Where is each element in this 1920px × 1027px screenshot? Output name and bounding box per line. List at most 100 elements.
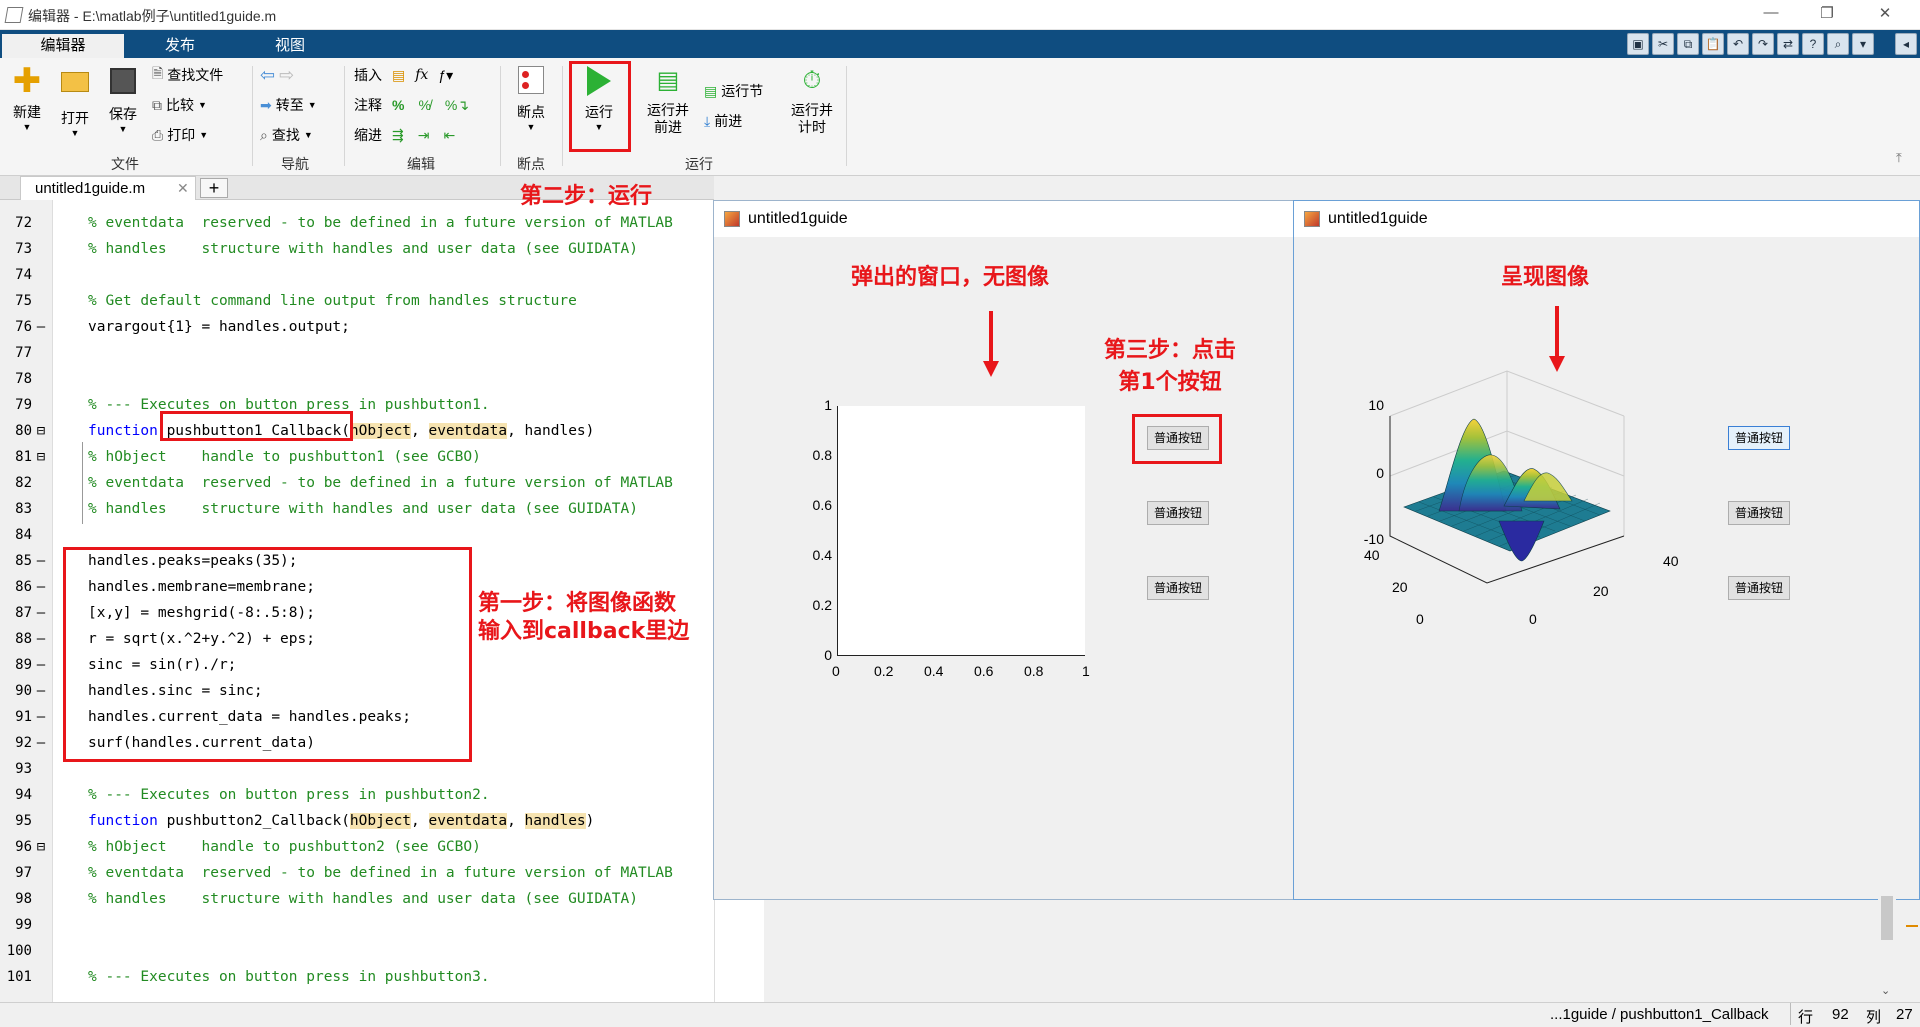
push-button-1[interactable]: 普通按钮: [1728, 426, 1790, 450]
qa-expand-icon[interactable]: ▾: [1852, 33, 1874, 55]
scrollbar-thumb[interactable]: [1881, 896, 1893, 940]
line-marker[interactable]: [34, 964, 48, 990]
line-marker[interactable]: [34, 886, 48, 912]
comment-label[interactable]: 注释: [354, 95, 382, 115]
smart-indent-icon[interactable]: ⇶: [392, 127, 404, 144]
qa-save-icon[interactable]: ▣: [1627, 33, 1649, 55]
restore-icon[interactable]: ❐: [1812, 4, 1842, 22]
print-button[interactable]: ⎙ 打印 ▼: [152, 124, 223, 146]
line-marker[interactable]: [34, 496, 48, 522]
line-marker[interactable]: [34, 236, 48, 262]
figure-window-empty[interactable]: untitled1guide 弹出的窗口，无图像 第三步：点击 第1个按钮 1 …: [713, 200, 1295, 900]
push-button-1[interactable]: 普通按钮: [1147, 426, 1209, 450]
code-line[interactable]: % handles structure with handles and use…: [88, 236, 638, 262]
comment-icon[interactable]: %: [392, 97, 404, 113]
find-button[interactable]: ⌕ 查找 ▼: [260, 124, 317, 146]
tab-publish[interactable]: 发布: [130, 34, 230, 58]
open-button[interactable]: 打开 ▼: [52, 66, 98, 138]
save-button[interactable]: 保存 ▼: [100, 66, 146, 134]
tab-editor[interactable]: 编辑器: [2, 34, 124, 58]
run-time-button[interactable]: ⏱ 运行并 计时: [784, 66, 840, 136]
line-marker[interactable]: —: [34, 314, 48, 340]
compare-button[interactable]: ⧉ 比较 ▼: [152, 94, 223, 116]
insert-label[interactable]: 插入: [354, 65, 382, 85]
push-button-3[interactable]: 普通按钮: [1147, 576, 1209, 600]
line-marker[interactable]: [34, 808, 48, 834]
line-marker[interactable]: [34, 288, 48, 314]
code-line[interactable]: % --- Executes on button press in pushbu…: [88, 782, 490, 808]
new-button[interactable]: ✚ 新建 ▼: [4, 64, 50, 132]
qa-help-icon[interactable]: ?: [1802, 33, 1824, 55]
fx-icon[interactable]: fx: [415, 67, 428, 83]
line-marker[interactable]: —: [34, 704, 48, 730]
code-line[interactable]: % hObject handle to pushbutton1 (see GCB…: [88, 444, 481, 470]
code-line[interactable]: % Get default command line output from h…: [88, 288, 577, 314]
line-marker[interactable]: [34, 366, 48, 392]
insert-section-icon[interactable]: ▤: [392, 67, 405, 84]
empty-axes[interactable]: [837, 406, 1085, 656]
qa-undo-icon[interactable]: ↶: [1727, 33, 1749, 55]
code-line[interactable]: % eventdata reserved - to be defined in …: [88, 470, 673, 496]
decrease-indent-icon[interactable]: ⇤: [443, 127, 455, 144]
close-icon[interactable]: ✕: [1870, 4, 1900, 22]
line-marker[interactable]: [34, 522, 48, 548]
back-arrow-icon[interactable]: ⇦: [260, 65, 275, 86]
code-line[interactable]: % eventdata reserved - to be defined in …: [88, 210, 673, 236]
line-marker[interactable]: [34, 392, 48, 418]
line-marker[interactable]: [34, 470, 48, 496]
code-line[interactable]: function pushbutton2_Callback(hObject, e…: [88, 808, 594, 834]
advance-button[interactable]: ⤓ 前进: [704, 110, 763, 132]
code-line[interactable]: % --- Executes on button press in pushbu…: [88, 964, 490, 990]
line-marker[interactable]: —: [34, 626, 48, 652]
push-button-2[interactable]: 普通按钮: [1147, 501, 1209, 525]
back-forward[interactable]: ⇦ ⇨: [260, 64, 317, 86]
minimize-icon[interactable]: —: [1756, 4, 1786, 21]
doc-tab-untitled1guide[interactable]: untitled1guide.m ✕: [20, 176, 196, 200]
line-marker[interactable]: ⊟: [34, 444, 48, 470]
line-marker[interactable]: [34, 912, 48, 938]
push-button-2[interactable]: 普通按钮: [1728, 501, 1790, 525]
goto-button[interactable]: ➡ 转至 ▼: [260, 94, 317, 116]
code-line[interactable]: % handles structure with handles and use…: [88, 886, 638, 912]
line-marker[interactable]: [34, 782, 48, 808]
line-marker[interactable]: [34, 210, 48, 236]
doc-tab-close-icon[interactable]: ✕: [177, 180, 189, 197]
code-line[interactable]: % handles structure with handles and use…: [88, 496, 638, 522]
qa-search-icon[interactable]: ⌕: [1827, 33, 1849, 55]
line-marker[interactable]: —: [34, 652, 48, 678]
breakpoints-button[interactable]: 断点 ▼: [506, 66, 556, 132]
line-marker[interactable]: [34, 262, 48, 288]
increase-indent-icon[interactable]: ⇥: [418, 127, 430, 144]
line-marker[interactable]: —: [34, 548, 48, 574]
code-line[interactable]: varargout{1} = handles.output;: [88, 314, 350, 340]
code-line[interactable]: % hObject handle to pushbutton2 (see GCB…: [88, 834, 481, 860]
run-section-button[interactable]: ▤ 运行节: [704, 80, 763, 102]
find-files-button[interactable]: 🗎 查找文件: [152, 64, 223, 86]
qa-redo-icon[interactable]: ↷: [1752, 33, 1774, 55]
qa-switch-icon[interactable]: ⇄: [1777, 33, 1799, 55]
line-marker[interactable]: ⊟: [34, 834, 48, 860]
line-marker[interactable]: [34, 340, 48, 366]
tab-view[interactable]: 视图: [240, 34, 340, 58]
push-button-3[interactable]: 普通按钮: [1728, 576, 1790, 600]
qa-more-icon[interactable]: ◂: [1895, 33, 1917, 55]
run-advance-button[interactable]: ▤ 运行并 前进: [640, 66, 696, 136]
function-icon[interactable]: ƒ▾: [438, 67, 453, 84]
qa-cut-icon[interactable]: ✂: [1652, 33, 1674, 55]
line-marker[interactable]: [34, 756, 48, 782]
uncomment-icon[interactable]: %̸: [418, 97, 430, 113]
editor-scrollbar[interactable]: ⌄: [1878, 890, 1896, 1002]
line-marker[interactable]: —: [34, 678, 48, 704]
line-marker[interactable]: [34, 938, 48, 964]
line-marker[interactable]: ⊟: [34, 418, 48, 444]
qa-paste-icon[interactable]: 📋: [1702, 33, 1724, 55]
new-tab-button[interactable]: +: [200, 178, 228, 198]
scroll-down-icon[interactable]: ⌄: [1881, 984, 1890, 997]
line-marker[interactable]: [34, 860, 48, 886]
code-line[interactable]: % eventdata reserved - to be defined in …: [88, 860, 673, 886]
qa-copy-icon[interactable]: ⧉: [1677, 33, 1699, 55]
indent-label[interactable]: 缩进: [354, 125, 382, 145]
line-marker[interactable]: —: [34, 730, 48, 756]
line-marker[interactable]: —: [34, 600, 48, 626]
line-marker[interactable]: —: [34, 574, 48, 600]
